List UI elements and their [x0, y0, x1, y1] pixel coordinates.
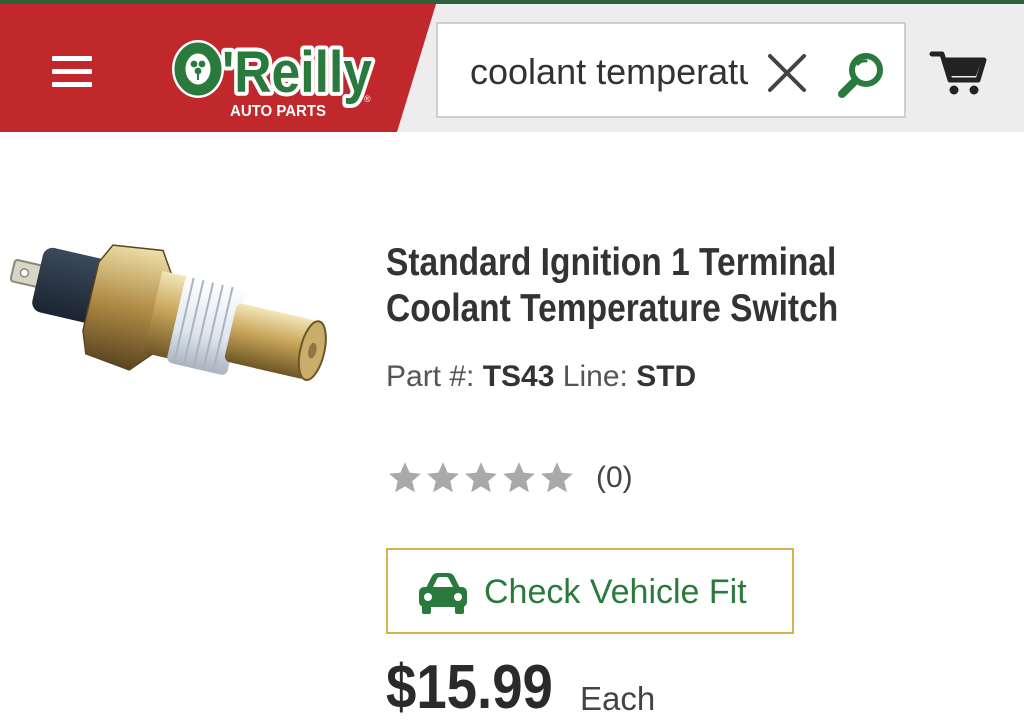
- product-title-line-1: Standard Ignition 1 Terminal: [386, 241, 837, 284]
- registered-mark: ®: [364, 94, 371, 104]
- part-label: Part #:: [386, 360, 475, 393]
- oreilly-logo[interactable]: 'Reilly 'Reilly AUTO PARTS ®: [168, 22, 380, 122]
- product-price: $15.99: [386, 653, 553, 722]
- line-label: Line:: [562, 360, 628, 393]
- part-info: Part #: TS43 Line: STD: [386, 360, 696, 394]
- product-title-line-2: Coolant Temperature Switch: [386, 287, 839, 330]
- star-icon: [427, 462, 459, 493]
- star-icon: [541, 462, 573, 493]
- close-icon: [768, 54, 806, 92]
- star-icon: [465, 462, 497, 493]
- review-count[interactable]: (0): [596, 461, 633, 495]
- cart-button[interactable]: [928, 48, 988, 98]
- search-input[interactable]: [470, 50, 748, 94]
- check-vehicle-fit-button[interactable]: Check Vehicle Fit: [386, 548, 794, 634]
- part-number: TS43: [482, 360, 555, 393]
- line-value: STD: [636, 360, 697, 393]
- star-icon: [503, 462, 535, 493]
- site-header: 'Reilly 'Reilly AUTO PARTS ®: [0, 4, 1024, 132]
- search-button[interactable]: [836, 50, 886, 100]
- shamrock-icon: [172, 40, 224, 98]
- clear-search-button[interactable]: [764, 50, 810, 96]
- car-icon: [419, 573, 467, 614]
- search-box: [436, 22, 906, 118]
- brand-wordmark: 'Reilly: [222, 40, 372, 105]
- brand-subtitle: AUTO PARTS: [230, 103, 326, 120]
- check-vehicle-fit-label: Check Vehicle Fit: [484, 573, 747, 611]
- search-icon: [838, 53, 883, 98]
- rating-stars[interactable]: (0): [386, 457, 633, 499]
- product-title: Standard Ignition 1 Terminal Coolant Tem…: [386, 240, 928, 332]
- product-image[interactable]: [0, 232, 340, 422]
- cart-icon: [929, 51, 987, 95]
- star-icon: [389, 462, 421, 493]
- menu-button[interactable]: [48, 52, 96, 90]
- price-unit: Each: [580, 680, 656, 717]
